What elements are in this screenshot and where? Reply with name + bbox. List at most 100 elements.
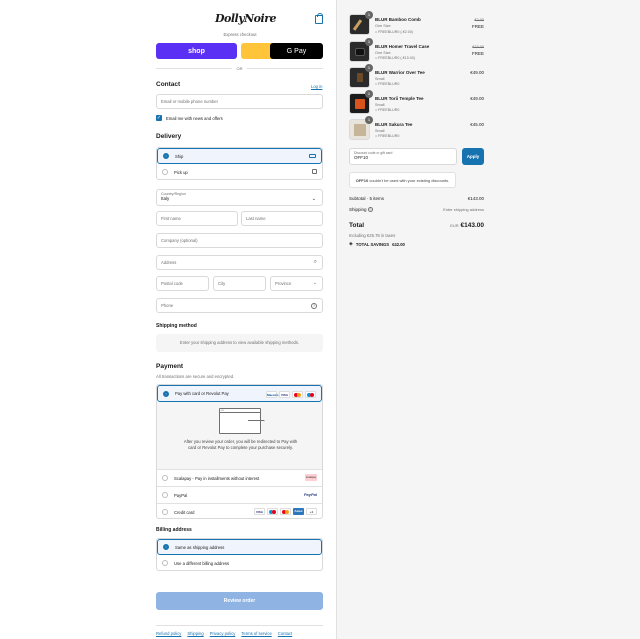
payment-option-paypal[interactable]: PayPal PayPal [157, 487, 322, 503]
help-icon[interactable]: ? [367, 207, 373, 212]
province-placeholder: Province [275, 281, 292, 286]
tag-icon: ◈ [349, 241, 353, 247]
first-name-field[interactable]: First name [156, 211, 238, 226]
cart-item-name: BLUR Sakura Tee [375, 122, 413, 127]
billing-option-label: Same as shipping address [175, 544, 225, 550]
cart-item-price: €45.00 [470, 122, 484, 127]
cart-item-price: FREE [471, 24, 484, 29]
maestro-icon: Maestro [266, 391, 279, 398]
maestro-circles-icon [267, 508, 278, 515]
payment-option-card-revolut[interactable]: Pay with card or Revolut Pay Maestro VISA [157, 385, 322, 402]
footer-link-privacy[interactable]: Privacy policy [210, 631, 236, 636]
billing-option-different[interactable]: Use a different billing address [157, 555, 322, 571]
radio-unselected-icon[interactable] [162, 509, 168, 515]
delivery-option-label: Pick up [174, 169, 188, 175]
payment-method-group: Pay with card or Revolut Pay Maestro VISA… [156, 384, 323, 519]
mastercard-icon [280, 508, 291, 515]
product-thumbnail: 1 [349, 64, 373, 88]
delivery-method-group: Ship Pick up [156, 147, 323, 180]
shipping-row: Shipping ? Enter shipping address [349, 207, 484, 212]
address-field[interactable]: Address ⌕ [156, 255, 323, 270]
brand-logo[interactable]: DollyNoire [215, 11, 277, 27]
store-icon [312, 169, 317, 174]
payment-option-label: Scalapay - Pay in installments without i… [174, 475, 260, 481]
radio-unselected-icon[interactable] [162, 492, 168, 498]
mastercard-icon [292, 391, 303, 398]
payment-heading: Payment [156, 363, 184, 370]
discount-code-field[interactable]: Discount code or gift card OFF10 [349, 148, 457, 165]
cart-item-variant: Small [375, 103, 385, 107]
radio-selected-icon[interactable] [163, 153, 169, 159]
product-thumbnail: 1 [349, 11, 373, 35]
footer-link-refund[interactable]: Refund policy [156, 631, 181, 636]
radio-selected-icon[interactable] [163, 390, 169, 397]
cart-item-price: €49.00 [470, 70, 484, 75]
cart-bag-icon[interactable] [315, 13, 323, 24]
radio-selected-icon[interactable] [163, 544, 169, 550]
province-select[interactable]: Province ⌄ [270, 276, 323, 291]
newsletter-checkbox-row[interactable]: ✓ Email me with news and offers [156, 115, 223, 121]
radio-unselected-icon[interactable] [162, 169, 168, 175]
cart-item-name: BLUR Warrior Over Tee [375, 70, 425, 75]
review-order-button[interactable]: Review order [156, 592, 323, 610]
company-field[interactable]: Company (optional) [156, 233, 323, 248]
footer-links: Refund policy Shipping Privacy policy Te… [156, 631, 292, 636]
cart-item-orig-price: €2.00 [474, 18, 484, 22]
footer-link-terms[interactable]: Terms of service [241, 631, 271, 636]
help-icon[interactable]: ? [311, 303, 317, 309]
apply-button[interactable]: Apply [462, 148, 484, 165]
payment-option-credit-card[interactable]: Credit card VISA Amex +1 [157, 504, 322, 520]
visa-icon: VISA [279, 391, 290, 398]
cart-item-orig-price: €15.00 [472, 45, 484, 49]
contact-heading: Contact [156, 81, 181, 88]
total-row: Total EUR €143.00 [349, 222, 484, 229]
google-pay-button[interactable]: G Pay [270, 43, 323, 59]
shipping-value: Enter shipping address [443, 207, 484, 212]
billing-address-group: Same as shipping address Use a different… [156, 538, 323, 571]
visa-icon: VISA [254, 508, 265, 515]
quantity-badge: 1 [365, 90, 373, 98]
login-link[interactable]: Log in [311, 84, 322, 89]
currency-code: EUR [450, 223, 459, 228]
footer-link-contact[interactable]: Contact [278, 631, 292, 636]
postal-code-field[interactable]: Postal code [156, 276, 209, 291]
address-placeholder: Address [161, 260, 177, 265]
checkbox-checked-icon[interactable]: ✓ [156, 115, 162, 121]
billing-option-label: Use a different billing address [174, 560, 230, 566]
subtotal-value: €143.00 [467, 196, 484, 201]
card-brand-icons: Maestro VISA [264, 391, 316, 398]
savings-label: TOTAL SAVINGS [355, 241, 390, 247]
radio-unselected-icon[interactable] [162, 475, 168, 481]
quantity-badge: 1 [365, 64, 373, 72]
payment-option-scalapay[interactable]: Scalapay - Pay in installments without i… [157, 470, 322, 486]
cart-item-discount: ⌂ FREEBLUR0 [375, 134, 400, 138]
email-field[interactable]: Email or mobile phone number [156, 94, 323, 109]
cart-item-name: BLUR Torii Temple Tee [375, 96, 424, 101]
chevron-down-icon: ⌄ [311, 196, 316, 202]
cart-item-variant: One Size [375, 24, 391, 28]
taxes-note: Including €25.78 in taxes [349, 233, 396, 238]
phone-field[interactable]: Phone ? [156, 298, 323, 313]
newsletter-label: Email me with news and offers [166, 115, 223, 121]
product-thumbnail: 1 [349, 38, 373, 62]
city-field[interactable]: City [213, 276, 266, 291]
cart-item-name: BLUR Homer Travel Case [375, 44, 430, 49]
country-select[interactable]: Country/Region Italy ⌄ [156, 189, 323, 206]
subtotal-label: Subtotal · 5 items [349, 196, 385, 201]
shipping-method-heading: Shipping method [156, 323, 197, 329]
cart-item-variant: Small [375, 129, 385, 133]
delivery-option-pickup[interactable]: Pick up [157, 164, 322, 180]
savings-value: €42.00 [392, 241, 405, 247]
radio-unselected-icon[interactable] [162, 560, 168, 566]
shop-pay-button[interactable]: shop [156, 43, 237, 59]
quantity-badge: 1 [365, 38, 373, 46]
scalapay-icon: scalapay [305, 474, 317, 481]
notice-text: couldn't be used with your existing disc… [369, 178, 450, 183]
delivery-heading: Delivery [156, 133, 182, 140]
delivery-option-ship[interactable]: Ship [157, 148, 322, 164]
last-name-field[interactable]: Last name [241, 211, 323, 226]
redirect-panel: ••• › After you review your order, you w… [157, 402, 322, 469]
cart-item-price: €49.00 [470, 96, 484, 101]
billing-option-same[interactable]: Same as shipping address [157, 539, 322, 555]
footer-link-shipping[interactable]: Shipping [187, 631, 203, 636]
